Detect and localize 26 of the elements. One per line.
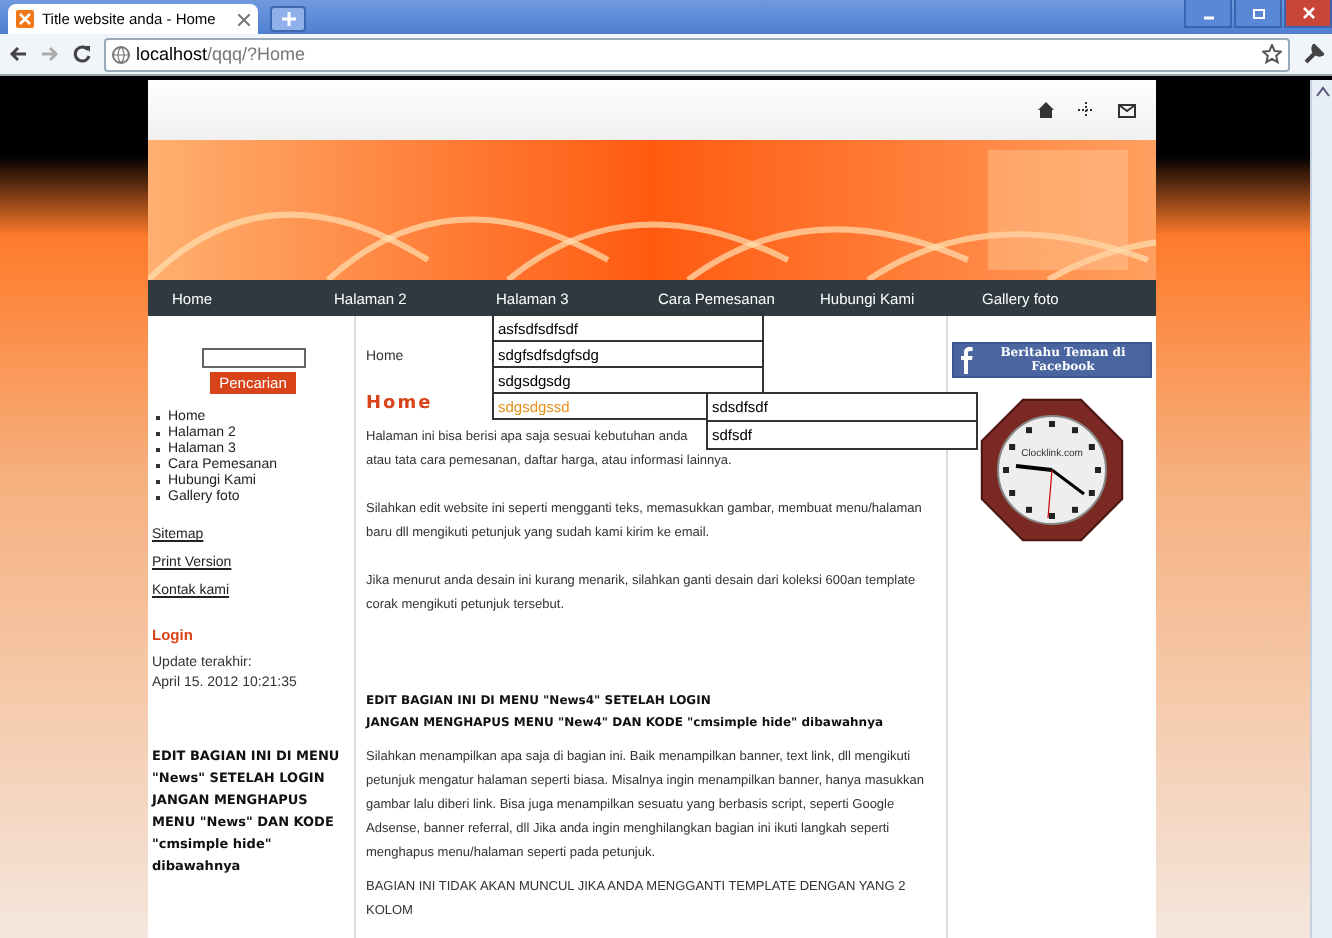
favicon-icon [16,10,34,28]
scroll-up-icon[interactable] [1315,86,1329,98]
close-icon[interactable] [238,13,250,25]
new-tab-button[interactable] [270,6,306,32]
globe-icon [112,45,130,63]
scrollbar[interactable] [1310,80,1332,938]
restore-button[interactable] [1234,0,1282,28]
plus-icon [281,12,295,26]
facebook-icon [958,346,974,374]
search-field[interactable] [201,348,305,368]
mail-icon[interactable] [1118,103,1136,117]
minimize-button[interactable] [1184,0,1232,28]
restore-icon [1251,6,1265,20]
wrench-icon[interactable] [1302,43,1324,65]
page-heading: Home [366,394,433,414]
address-bar[interactable]: localhost/qqq/?Home [104,37,1290,71]
wall-clock-drawing [980,398,1124,542]
close-icon [1301,6,1315,20]
sitemap-icon[interactable] [1078,102,1094,118]
close-window-button[interactable] [1284,0,1332,28]
back-icon[interactable] [8,44,28,64]
home-icon[interactable] [1038,102,1054,118]
reload-icon[interactable] [72,44,92,64]
url-host: localhost [136,44,208,64]
star-icon[interactable] [1262,44,1282,64]
url-path: /qqq/?Home [207,44,306,64]
